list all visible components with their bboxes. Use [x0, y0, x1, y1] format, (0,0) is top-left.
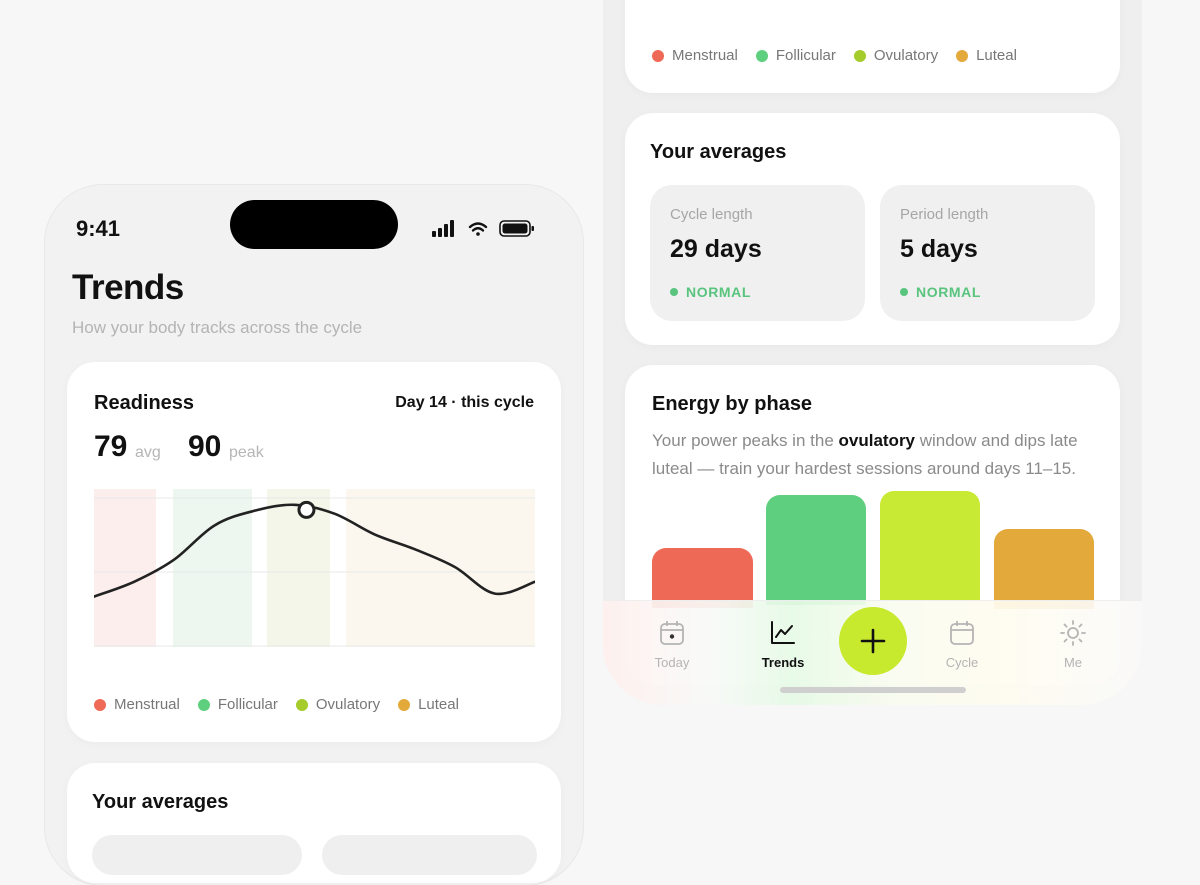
legend-item-menstrual: Menstrual	[652, 47, 738, 64]
readiness-peak-label: peak	[229, 444, 264, 461]
phase-band-luteal	[346, 489, 535, 647]
phase-band-follicular	[173, 489, 252, 647]
readiness-title: Readiness	[94, 392, 195, 414]
cycle-length-tile[interactable]: Cycle length 29 days NORMAL	[650, 185, 865, 321]
signal-icon	[432, 220, 454, 237]
tab-trends[interactable]: Trends	[743, 619, 823, 670]
readiness-avg-value: 79	[94, 430, 128, 463]
averages-tile-partial	[322, 835, 537, 875]
dynamic-island	[230, 200, 398, 249]
status-time: 9:41	[76, 216, 121, 241]
legend-card: Menstrual Follicular Ovulatory Luteal	[625, 0, 1120, 93]
legend-item-follicular: Follicular	[197, 696, 278, 713]
legend-item-ovulatory: Ovulatory	[295, 696, 380, 713]
tab-me[interactable]: Me	[1033, 619, 1113, 670]
add-button[interactable]	[839, 607, 907, 675]
period-length-tile[interactable]: Period length 5 days NORMAL	[880, 185, 1095, 321]
page-title: Trends	[72, 268, 184, 307]
readiness-avg-label: avg	[135, 444, 161, 461]
legend-item-ovulatory: Ovulatory	[853, 47, 938, 64]
energy-title: Energy by phase	[652, 393, 813, 415]
legend-item-luteal: Luteal	[398, 696, 459, 713]
status-badge: NORMAL	[900, 284, 981, 300]
calendar-icon	[950, 621, 974, 645]
averages-title: Your averages	[650, 141, 787, 163]
energy-bar-follicular	[766, 495, 866, 605]
energy-bar-luteal	[994, 529, 1094, 609]
line-chart-icon	[771, 621, 795, 644]
readiness-day-label: Day 14 · this cycle	[395, 394, 534, 411]
status-badge: NORMAL	[670, 284, 751, 300]
legend-item-menstrual: Menstrual	[94, 696, 180, 713]
energy-description: Your power peaks in the ovulatory window…	[652, 431, 1078, 478]
tile-value: 29 days	[670, 235, 762, 263]
sun-gear-icon	[1060, 620, 1086, 646]
readiness-chart	[94, 489, 535, 647]
phone-right: Menstrual Follicular Ovulatory Luteal Yo…	[603, 0, 1142, 705]
readiness-peak-value: 90	[188, 430, 222, 463]
plus-icon	[860, 628, 886, 654]
tile-label: Period length	[900, 206, 989, 223]
tab-cycle[interactable]: Cycle	[922, 619, 1002, 670]
energy-bar-menstrual	[652, 548, 753, 608]
tab-today[interactable]: Today	[632, 619, 712, 670]
energy-bar-ovulatory	[880, 491, 980, 601]
averages-title: Your averages	[92, 791, 229, 813]
tile-value: 5 days	[900, 235, 978, 263]
status-icons	[432, 220, 534, 237]
readiness-today-marker	[297, 500, 316, 519]
readiness-legend: Menstrual Follicular Ovulatory Luteal	[94, 696, 459, 713]
readiness-card[interactable]: Readiness Day 14 · this cycle 79 avg 90 …	[67, 362, 561, 742]
home-indicator	[780, 687, 966, 693]
wifi-icon	[468, 222, 488, 236]
phase-band-menstrual	[94, 489, 156, 647]
battery-icon	[499, 220, 534, 237]
averages-tile-partial	[92, 835, 302, 875]
calendar-day-icon	[660, 621, 684, 645]
tile-label: Cycle length	[670, 206, 753, 223]
page-subtitle: How your body tracks across the cycle	[72, 318, 363, 337]
phase-legend: Menstrual Follicular Ovulatory Luteal	[652, 47, 1017, 64]
legend-item-follicular: Follicular	[755, 47, 836, 64]
averages-card: Your averages Cycle length 29 days NORMA…	[625, 113, 1120, 345]
tab-bar: Today Trends Cycle Me	[603, 600, 1142, 705]
legend-item-luteal: Luteal	[956, 47, 1017, 64]
averages-card-left: Your averages	[67, 763, 561, 883]
